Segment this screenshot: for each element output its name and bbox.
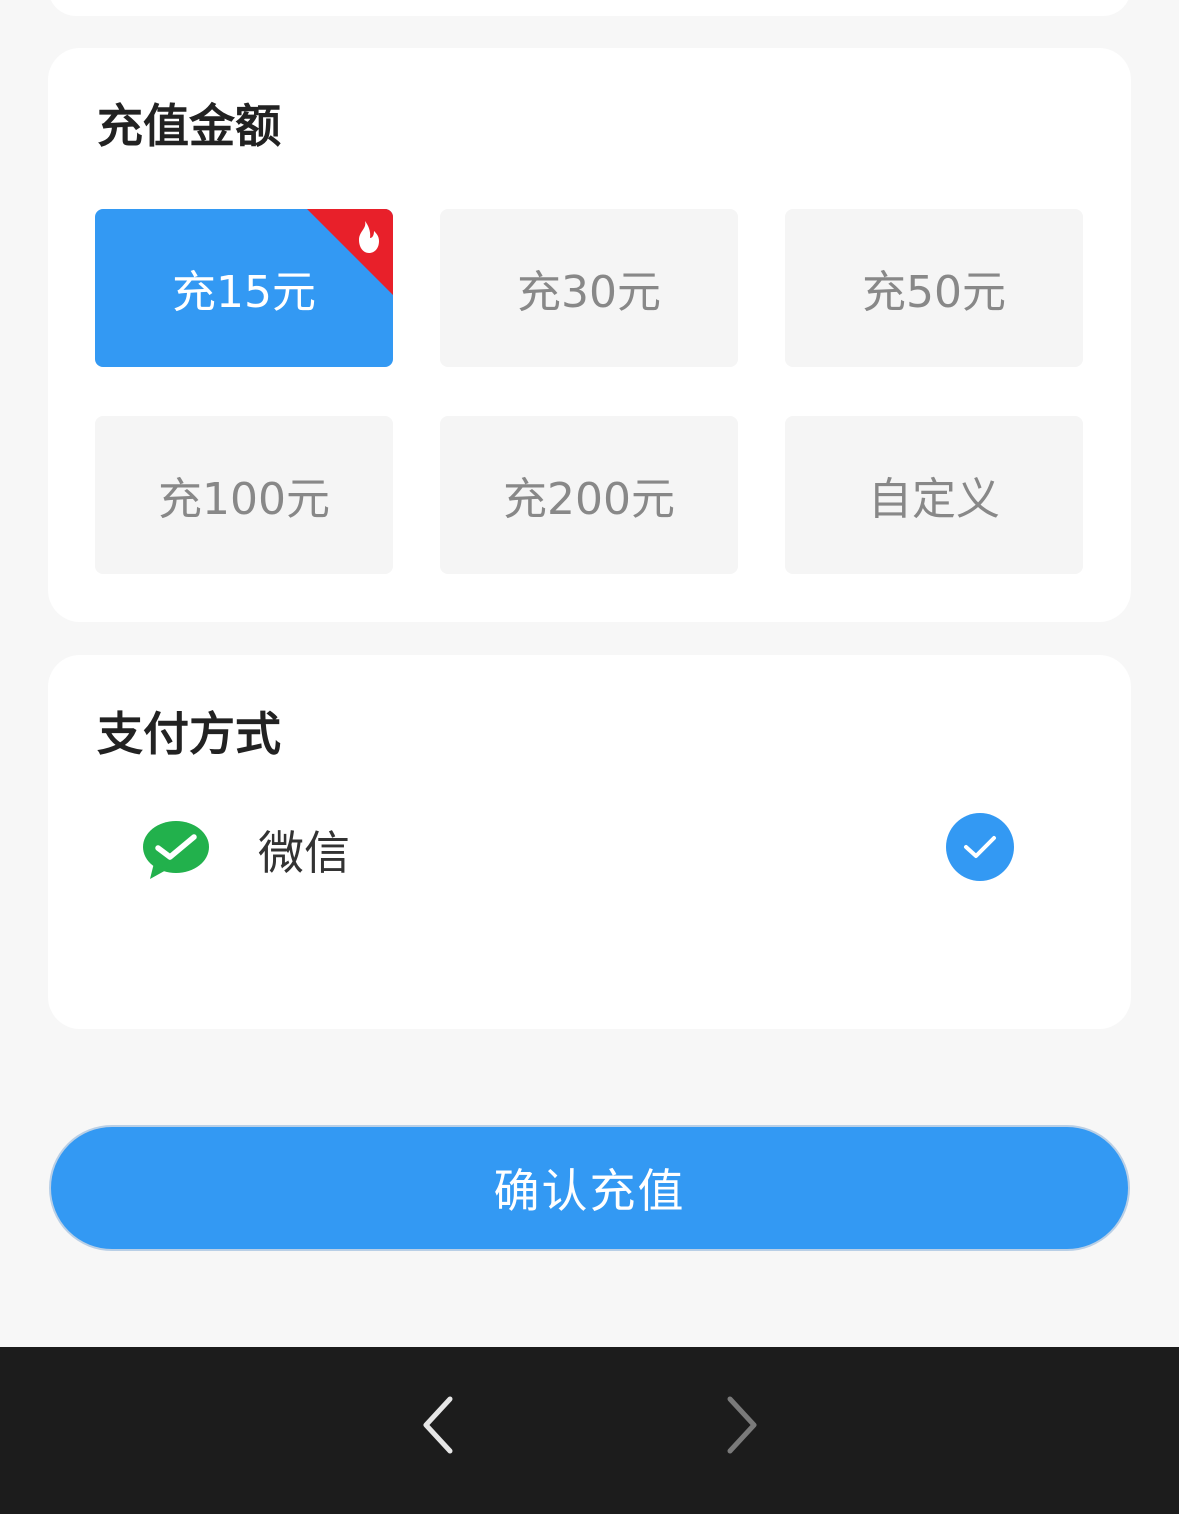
- amount-option-15[interactable]: 充15元: [95, 209, 393, 367]
- amount-option-label: 充30元: [517, 267, 661, 318]
- hot-fire-icon: [307, 209, 393, 295]
- amount-option-label: 充50元: [862, 267, 1006, 318]
- payment-method-card: 支付方式 微信: [48, 655, 1131, 1029]
- recharge-page: 充值金额 充15元 充30元 充50元 充100元 充200元 自定义 支付方式…: [0, 0, 1179, 1514]
- payment-method-title: 支付方式: [97, 707, 281, 761]
- wechat-icon: [140, 819, 212, 883]
- check-icon[interactable]: [946, 813, 1014, 881]
- payment-method-label: 微信: [258, 826, 350, 880]
- chevron-right-icon[interactable]: [712, 1389, 768, 1461]
- amount-option-label: 充15元: [172, 267, 316, 318]
- amount-option-200[interactable]: 充200元: [440, 416, 738, 574]
- amount-option-label: 充100元: [158, 474, 330, 525]
- amount-option-label: 充200元: [503, 474, 675, 525]
- amount-option-30[interactable]: 充30元: [440, 209, 738, 367]
- amount-option-100[interactable]: 充100元: [95, 416, 393, 574]
- confirm-recharge-button[interactable]: 确认充值: [49, 1125, 1130, 1251]
- amount-option-custom[interactable]: 自定义: [785, 416, 1083, 574]
- amount-option-label: 自定义: [868, 474, 1000, 525]
- recharge-amount-card: 充值金额 充15元 充30元 充50元 充100元 充200元 自定义: [48, 48, 1131, 622]
- previous-card-edge: [48, 0, 1131, 16]
- browser-nav-bar: [0, 1347, 1179, 1514]
- amount-option-50[interactable]: 充50元: [785, 209, 1083, 367]
- chevron-left-icon[interactable]: [412, 1389, 468, 1461]
- payment-method-wechat[interactable]: 微信: [48, 805, 1131, 901]
- amount-options-grid: 充15元 充30元 充50元 充100元 充200元 自定义: [95, 209, 1084, 575]
- recharge-amount-title: 充值金额: [97, 99, 281, 153]
